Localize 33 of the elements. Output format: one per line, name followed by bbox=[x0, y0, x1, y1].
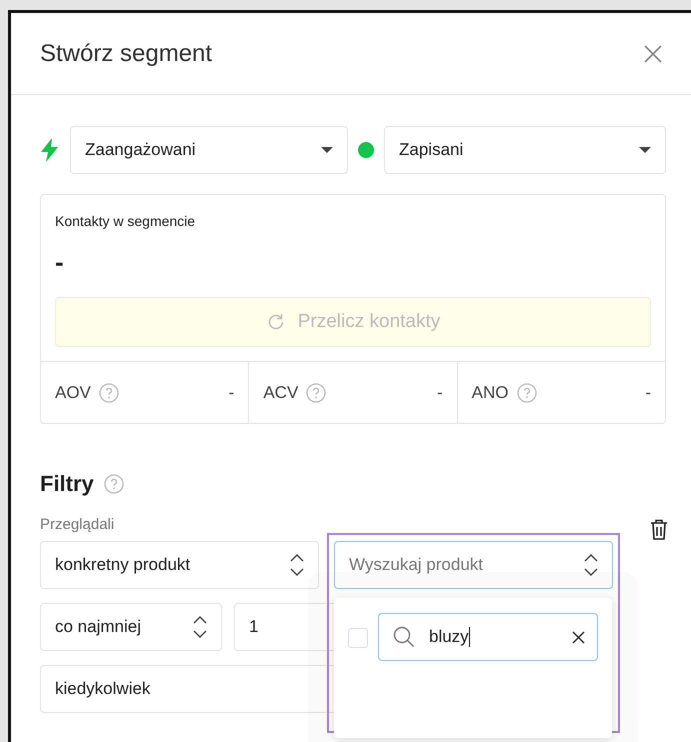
metric-value: - bbox=[228, 382, 234, 402]
updown-icon bbox=[193, 616, 207, 638]
metric-value: - bbox=[436, 382, 443, 402]
metric-label: ANO bbox=[472, 382, 508, 402]
checkbox[interactable] bbox=[348, 628, 368, 648]
contacts-count: - bbox=[55, 247, 65, 277]
dropdown-select[interactable]: konkretny produkt bbox=[40, 541, 319, 589]
dropdown-select[interactable]: Zapisani bbox=[384, 126, 666, 174]
filters-heading: Filtry bbox=[40, 471, 94, 497]
contacts-label: Kontakty w segmencie bbox=[55, 213, 196, 229]
trash-icon[interactable] bbox=[650, 519, 668, 540]
help-icon[interactable] bbox=[306, 382, 326, 402]
lightning-icon bbox=[40, 138, 60, 162]
metric-label: ACV bbox=[263, 382, 298, 402]
dropdown-select[interactable]: Zaangażowani bbox=[70, 126, 348, 174]
clear-icon[interactable] bbox=[572, 630, 585, 644]
help-icon[interactable] bbox=[98, 382, 119, 402]
product-search-select[interactable]: Wyszukaj produkt bbox=[334, 541, 613, 589]
filter-label: Przeglądali bbox=[40, 516, 114, 533]
metric-value: - bbox=[645, 382, 651, 402]
updown-icon bbox=[290, 554, 304, 576]
metric-label: AOV bbox=[55, 382, 91, 402]
dialog-title: Stwórz segment bbox=[40, 40, 212, 68]
caret-icon bbox=[321, 147, 333, 153]
close-icon[interactable] bbox=[644, 44, 662, 62]
status-dot bbox=[358, 142, 374, 158]
help-icon[interactable] bbox=[516, 382, 536, 402]
help-icon[interactable] bbox=[104, 474, 124, 494]
search-icon bbox=[393, 626, 415, 648]
updown-icon bbox=[584, 554, 598, 576]
caret-icon bbox=[639, 147, 651, 153]
dropdown-select[interactable]: co najmniej bbox=[40, 603, 222, 651]
search-field[interactable]: bluzy bbox=[378, 613, 598, 661]
